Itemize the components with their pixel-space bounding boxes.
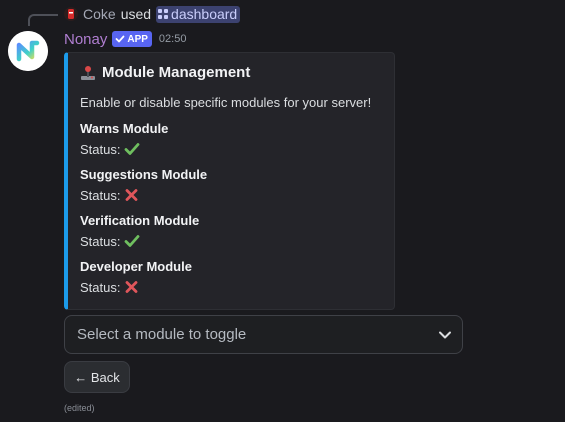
- reply-connector: [28, 14, 58, 26]
- field-suggestions-module: Suggestions Module Status:: [80, 166, 207, 206]
- back-button[interactable]: ← Back: [64, 361, 130, 393]
- cross-icon: [126, 189, 138, 201]
- field-name: Warns Module: [80, 121, 169, 136]
- field-name: Verification Module: [80, 213, 200, 228]
- app-badge: APP: [112, 31, 152, 47]
- field-warns-module: Warns Module Status:: [80, 120, 168, 160]
- author-name[interactable]: Nonay: [64, 31, 107, 48]
- app-badge-label: APP: [127, 33, 148, 45]
- chevron-down-icon: [439, 331, 451, 338]
- message-timestamp[interactable]: 02:50: [159, 33, 187, 45]
- field-status: Status:: [80, 230, 199, 252]
- nonay-logo-icon: [8, 31, 48, 71]
- field-name: Suggestions Module: [80, 167, 208, 182]
- cross-icon: [126, 281, 138, 293]
- field-status: Status:: [80, 276, 192, 298]
- joystick-icon: [81, 65, 95, 80]
- grid-icon: [158, 9, 169, 19]
- reply-reference[interactable]: Coke used dashboard: [64, 5, 241, 23]
- field-status: Status:: [80, 138, 168, 160]
- field-name: Developer Module: [80, 259, 192, 274]
- command-name: dashboard: [171, 6, 238, 22]
- edited-marker: (edited): [64, 403, 95, 413]
- reply-avatar[interactable]: [64, 7, 78, 21]
- embed-title: Module Management: [80, 64, 250, 81]
- reply-username[interactable]: Coke: [83, 6, 116, 22]
- field-developer-module: Developer Module Status:: [80, 258, 192, 298]
- embed-title-text: Module Management: [102, 64, 251, 81]
- reply-action: used: [120, 6, 152, 22]
- check-icon: [125, 235, 140, 247]
- message-header: Nonay APP 02:50: [64, 30, 186, 48]
- embed-card: Module Management Enable or disable spec…: [64, 52, 395, 310]
- module-select[interactable]: Select a module to toggle: [64, 315, 463, 354]
- coke-can-icon: [68, 9, 74, 19]
- field-verification-module: Verification Module Status:: [80, 212, 199, 252]
- verified-check-icon: [115, 35, 125, 43]
- check-icon: [125, 143, 140, 155]
- command-mention[interactable]: dashboard: [156, 5, 241, 23]
- embed-description: Enable or disable specific modules for y…: [80, 95, 372, 110]
- field-status: Status:: [80, 184, 207, 206]
- select-placeholder: Select a module to toggle: [77, 326, 247, 343]
- bot-avatar[interactable]: [8, 31, 48, 71]
